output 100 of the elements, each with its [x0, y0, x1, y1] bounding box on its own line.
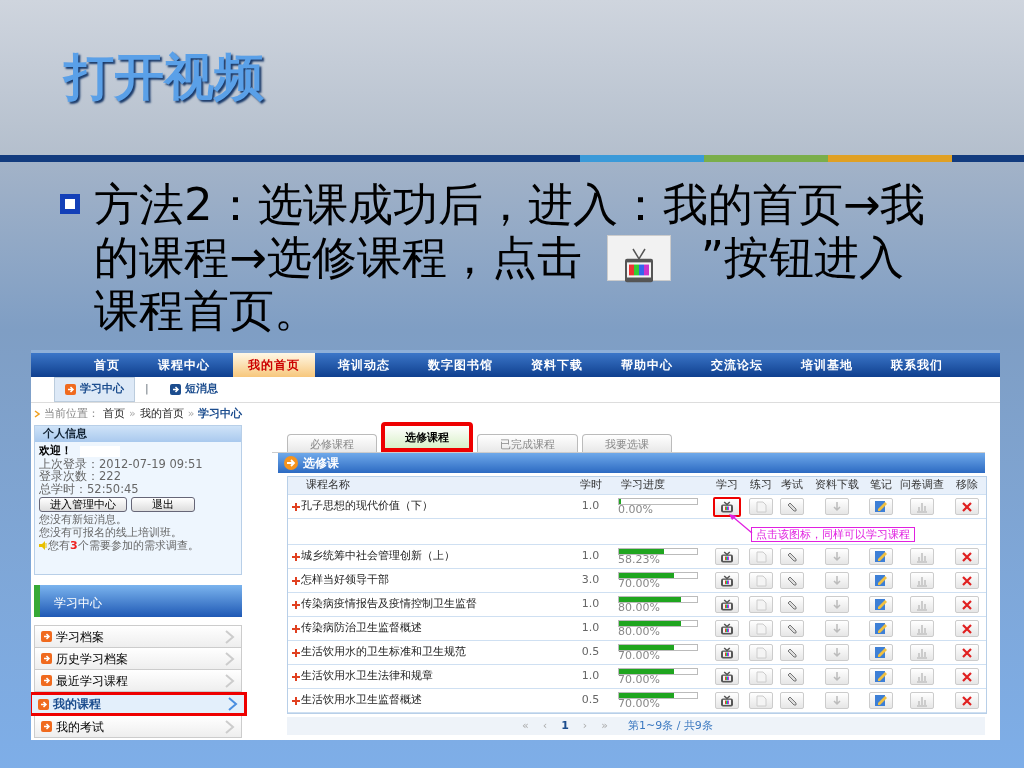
chart-icon: [916, 622, 928, 635]
learn-button[interactable]: [715, 596, 739, 613]
message-text: 您没有新短消息。: [39, 514, 128, 527]
learn-button[interactable]: [715, 548, 739, 565]
column-header: 考试: [780, 477, 804, 494]
pencil-icon: [786, 598, 798, 611]
tv-icon: [720, 694, 734, 707]
menu-item[interactable]: 学习档案: [34, 626, 242, 648]
tv-icon: [720, 622, 734, 635]
exam-button[interactable]: [780, 596, 804, 613]
tab[interactable]: 选修课程: [381, 422, 473, 452]
note-button[interactable]: [869, 572, 893, 589]
progress-text: 80.00%: [618, 603, 661, 613]
nav-tab[interactable]: 联系我们: [876, 353, 958, 377]
plus-icon: [292, 672, 300, 681]
note-button[interactable]: [869, 548, 893, 565]
remove-button[interactable]: [955, 596, 979, 613]
nav-tab[interactable]: 首页: [79, 353, 135, 377]
nav-tab[interactable]: 数字图书馆: [413, 353, 508, 377]
progress-text: 58.23%: [618, 555, 661, 565]
course-link[interactable]: 生活饮用水的卫生标准和卫生规范: [301, 644, 466, 661]
course-link[interactable]: 传染病防治卫生监督概述: [301, 620, 422, 637]
remove-button[interactable]: [955, 644, 979, 661]
note-button[interactable]: [869, 668, 893, 685]
nav-tab[interactable]: 培训动态: [323, 353, 405, 377]
nav-tab[interactable]: 培训基地: [786, 353, 868, 377]
note-button[interactable]: [869, 596, 893, 613]
info-text: 上次登录：2012-07-19 09:51: [39, 457, 204, 471]
course-link[interactable]: 怎样当好领导干部: [301, 572, 389, 589]
remove-button[interactable]: [955, 620, 979, 637]
remove-button[interactable]: [955, 572, 979, 589]
notepad-icon: [874, 574, 888, 587]
plus-icon: [292, 624, 300, 633]
logout-button[interactable]: 退出: [131, 497, 195, 513]
exam-button[interactable]: [780, 692, 804, 709]
exam-button[interactable]: [780, 498, 804, 515]
instruction-text: 的课程→选修课程，点击: [94, 231, 582, 284]
breadcrumb-link[interactable]: 我的首页: [139, 405, 184, 423]
progress-text: 0.00%: [618, 505, 654, 515]
nav-tab[interactable]: 帮助中心: [606, 353, 688, 377]
hours-text: 0.5: [580, 644, 601, 661]
menu-item[interactable]: 我的考试: [34, 716, 242, 738]
pager-summary: 第1~9条 / 共9条: [627, 717, 713, 734]
close-icon: [962, 501, 972, 512]
nav-tab[interactable]: 我的首页: [233, 353, 315, 377]
learn-button[interactable]: [715, 572, 739, 589]
subnav-tab[interactable]: 学习中心: [54, 377, 135, 402]
admin-button[interactable]: 进入管理中心: [39, 497, 127, 513]
learn-button[interactable]: [715, 620, 739, 637]
pencil-icon: [786, 622, 798, 635]
breadcrumb-current: 学习中心: [198, 405, 243, 422]
progress-text: 70.00%: [618, 699, 661, 709]
course-link[interactable]: 生活饮用水卫生监督概述: [301, 692, 422, 709]
remove-button[interactable]: [955, 668, 979, 685]
exam-button[interactable]: [780, 572, 804, 589]
close-icon: [962, 623, 972, 634]
page-icon: [755, 500, 767, 513]
remove-button[interactable]: [955, 498, 979, 515]
progress-text: 70.00%: [618, 579, 661, 589]
subnav-tab[interactable]: 短消息: [158, 377, 229, 402]
note-button[interactable]: [869, 644, 893, 661]
breadcrumb-link[interactable]: 首页: [103, 405, 125, 423]
info-text: 登录次数：222: [39, 470, 122, 483]
course-link[interactable]: 城乡统筹中社会管理创新（上）: [301, 548, 455, 565]
menu-item[interactable]: 历史学习档案: [34, 648, 242, 670]
nav-tab[interactable]: 交流论坛: [696, 353, 778, 377]
progress-text: 80.00%: [618, 627, 661, 637]
note-button[interactable]: [869, 692, 893, 709]
menu-item[interactable]: 最近学习课程: [34, 670, 242, 692]
note-button[interactable]: [869, 498, 893, 515]
nav-tab[interactable]: 课程中心: [143, 353, 225, 377]
exam-button[interactable]: [780, 668, 804, 685]
course-link[interactable]: 传染病疫情报告及疫情控制卫生监督: [301, 596, 477, 613]
learn-button[interactable]: [715, 644, 739, 661]
note-button[interactable]: [869, 620, 893, 637]
learn-button[interactable]: [715, 668, 739, 685]
menu-item[interactable]: 我的课程: [31, 692, 247, 716]
panel-header: 个人信息: [35, 426, 241, 442]
column-header: 学习进度: [620, 477, 666, 494]
notepad-icon: [874, 550, 888, 563]
notepad-icon: [874, 694, 888, 707]
nav-tab[interactable]: 资料下载: [516, 353, 598, 377]
column-header: 课程名称: [305, 477, 351, 494]
remove-button[interactable]: [955, 692, 979, 709]
learn-button[interactable]: [713, 496, 741, 517]
welcome-text: 欢迎！: [39, 445, 72, 458]
exam-button[interactable]: [780, 548, 804, 565]
exam-button[interactable]: [780, 644, 804, 661]
pencil-icon: [786, 574, 798, 587]
page-icon: [755, 550, 767, 563]
bullet-icon: [60, 194, 80, 214]
page-icon: [755, 622, 767, 635]
tv-icon: [720, 670, 734, 683]
exam-button[interactable]: [780, 620, 804, 637]
remove-button[interactable]: [955, 548, 979, 565]
course-link[interactable]: 生活饮用水卫生法律和规章: [301, 668, 433, 685]
pager-button[interactable]: 1: [561, 717, 569, 735]
course-link[interactable]: 孔子思想的现代价值（下）: [301, 498, 433, 515]
learn-button[interactable]: [715, 692, 739, 709]
pencil-icon: [786, 694, 798, 707]
